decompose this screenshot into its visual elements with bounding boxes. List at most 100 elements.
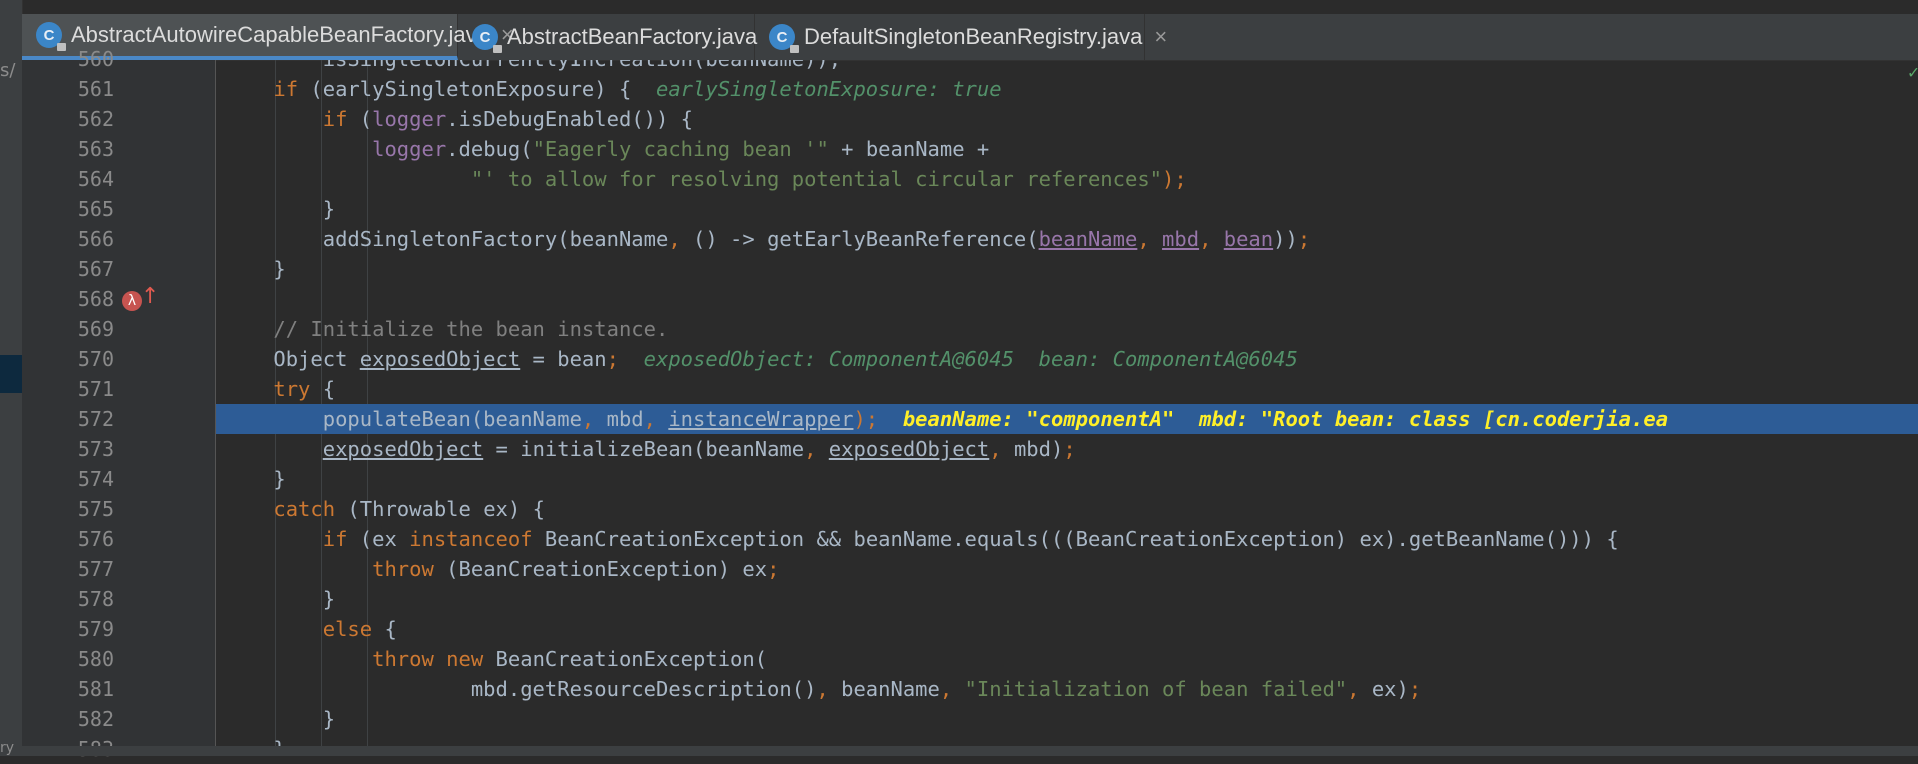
code-token: .isDebugEnabled()) {: [446, 107, 694, 131]
line-number[interactable]: 563: [22, 134, 114, 164]
code-token: BeanCreationException(: [483, 647, 768, 671]
line-number[interactable]: 575: [22, 494, 114, 524]
code-token: mbd.getResourceDescription(): [224, 677, 817, 701]
editor-tab-bar: C AbstractAutowireCapableBeanFactory.java…: [22, 14, 1918, 61]
code-editor[interactable]: isSingletonCurrentlyInCreation(beanName)…: [216, 60, 1918, 746]
code-token: }: [224, 467, 286, 491]
code-token: if: [322, 527, 348, 551]
code-token: );: [853, 407, 879, 431]
lambda-breakpoint-icon[interactable]: λ: [122, 291, 142, 311]
code-token: ,: [816, 677, 842, 701]
code-token: ;: [1063, 437, 1076, 461]
editor-tab[interactable]: CAbstractBeanFactory.java×: [458, 14, 782, 60]
code-token: = bean: [520, 347, 607, 371]
code-token: else: [322, 617, 373, 641]
line-number[interactable]: 564: [22, 164, 114, 194]
code-token: "Eagerly caching bean '": [532, 137, 829, 161]
line-number[interactable]: 579: [22, 614, 114, 644]
code-line[interactable]: }: [216, 704, 1918, 734]
code-token: logger: [372, 137, 447, 161]
code-token: mbd: [606, 407, 644, 431]
code-token: ,: [939, 677, 965, 701]
code-line[interactable]: exposedObject = initializeBean(beanName,…: [216, 434, 1918, 464]
code-token: logger: [372, 107, 447, 131]
code-line[interactable]: throw (BeanCreationException) ex;: [216, 554, 1918, 584]
project-path-fragment-bottom: ry: [0, 740, 15, 756]
code-line[interactable]: throw new BeanCreationException(: [216, 644, 1918, 674]
project-path-fragment: s/: [0, 60, 16, 81]
code-line[interactable]: else {: [216, 614, 1918, 644]
code-token: ,: [643, 407, 669, 431]
line-number[interactable]: 568: [22, 284, 114, 314]
code-line[interactable]: mbd.getResourceDescription(), beanName, …: [216, 674, 1918, 704]
code-token: instanceof: [409, 527, 533, 551]
line-number[interactable]: 582: [22, 704, 114, 734]
line-number[interactable]: 576: [22, 524, 114, 554]
code-token: Object: [224, 347, 360, 371]
tab-label: AbstractAutowireCapableBeanFactory.java: [71, 22, 489, 47]
code-token: exposedObject: [828, 437, 990, 461]
code-line[interactable]: if (logger.isDebugEnabled()) {: [216, 104, 1918, 134]
line-number[interactable]: 581: [22, 674, 114, 704]
execution-point-line[interactable]: populateBean(beanName, mbd, instanceWrap…: [216, 404, 1918, 434]
code-line[interactable]: try {: [216, 374, 1918, 404]
code-token: try: [273, 377, 311, 401]
code-token: () -> getEarlyBeanReference(: [693, 227, 1039, 251]
tab-close-icon[interactable]: ×: [1154, 24, 1167, 50]
line-number[interactable]: 565: [22, 194, 114, 224]
code-token: isSingletonCurrentlyInCreation(beanName)…: [224, 60, 841, 71]
code-token: exposedObject: [359, 347, 521, 371]
line-number[interactable]: 567: [22, 254, 114, 284]
code-line[interactable]: if (earlySingletonExposure) { earlySingl…: [216, 74, 1918, 104]
code-token: beanName: "componentA" mbd: "Root bean: …: [878, 407, 1669, 431]
line-number[interactable]: 580: [22, 644, 114, 674]
line-number[interactable]: 578: [22, 584, 114, 614]
line-number[interactable]: 572: [22, 404, 114, 434]
code-line[interactable]: "' to allow for resolving potential circ…: [216, 164, 1918, 194]
editor-tab[interactable]: C DefaultSingletonBeanRegistry.java ×: [755, 14, 1167, 60]
line-number[interactable]: 562: [22, 104, 114, 134]
code-token: ,: [804, 437, 829, 461]
code-line[interactable]: }: [216, 584, 1918, 614]
code-token: ex): [1371, 677, 1409, 701]
code-token: ,: [1199, 227, 1224, 251]
code-line[interactable]: [216, 284, 1918, 314]
code-token: BeanCreationException && beanName.equals…: [532, 527, 1619, 551]
code-token: instanceWrapper: [668, 407, 854, 431]
code-line[interactable]: if (ex instanceof BeanCreationException …: [216, 524, 1918, 554]
code-line[interactable]: }: [216, 254, 1918, 284]
code-line[interactable]: }: [216, 194, 1918, 224]
code-token: ,: [1137, 227, 1163, 251]
code-token: populateBean(beanName: [224, 407, 582, 431]
line-number[interactable]: 569: [22, 314, 114, 344]
line-number[interactable]: 571: [22, 374, 114, 404]
line-number[interactable]: 566: [22, 224, 114, 254]
line-number[interactable]: 577: [22, 554, 114, 584]
code-token: ,: [1347, 677, 1372, 701]
code-token: {: [310, 377, 336, 401]
code-line[interactable]: // Initialize the bean instance.: [216, 314, 1918, 344]
code-token: bean: [1223, 227, 1274, 251]
line-number[interactable]: 574: [22, 464, 114, 494]
code-line[interactable]: addSingletonFactory(beanName, () -> getE…: [216, 224, 1918, 254]
code-token: ;: [1297, 227, 1311, 251]
code-line[interactable]: }: [216, 464, 1918, 494]
code-line[interactable]: Object exposedObject = bean; exposedObje…: [216, 344, 1918, 374]
code-line[interactable]: logger.debug("Eagerly caching bean '" + …: [216, 134, 1918, 164]
code-token: );: [1162, 167, 1187, 191]
code-line[interactable]: }: [216, 734, 1918, 746]
line-number[interactable]: 561: [22, 74, 114, 104]
code-token: = initializeBean(beanName: [483, 437, 805, 461]
implements-arrow-icon[interactable]: ↑: [141, 284, 159, 309]
inspection-ok-icon[interactable]: ✓: [1908, 62, 1918, 83]
line-number[interactable]: 573: [22, 434, 114, 464]
code-token: }: [224, 197, 336, 221]
code-line[interactable]: isSingletonCurrentlyInCreation(beanName)…: [216, 60, 1918, 74]
code-line[interactable]: catch (Throwable ex) {: [216, 494, 1918, 524]
line-number[interactable]: 560: [22, 44, 114, 74]
project-tool-strip: s/ ry: [0, 0, 23, 756]
line-number[interactable]: 570: [22, 344, 114, 374]
code-token: + beanName +: [828, 137, 990, 161]
